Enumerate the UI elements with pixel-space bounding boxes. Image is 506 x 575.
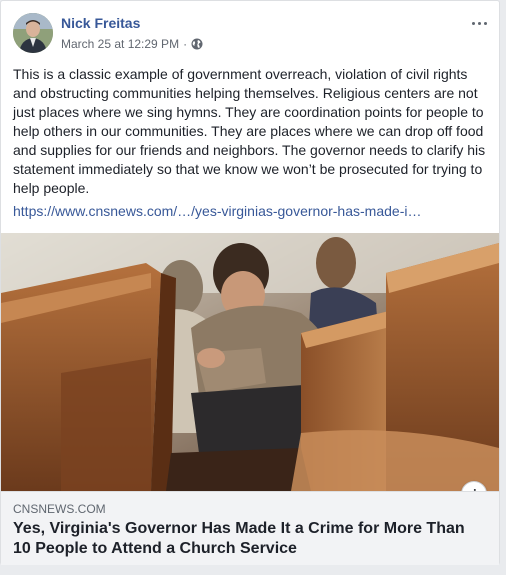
- link-preview-footer[interactable]: CNSNEWS.COM Yes, Virginia's Governor Has…: [1, 491, 499, 565]
- link-preview-image[interactable]: [1, 233, 499, 491]
- author-name[interactable]: Nick Freitas: [61, 15, 140, 31]
- link-preview-title[interactable]: Yes, Virginia's Governor Has Made It a C…: [13, 519, 483, 559]
- post-link[interactable]: https://www.cnsnews.com/…/yes-virginias-…: [13, 203, 487, 219]
- post-meta: March 25 at 12:29 PM ·: [61, 37, 203, 51]
- post-timestamp[interactable]: March 25 at 12:29 PM: [61, 37, 179, 51]
- globe-icon[interactable]: [191, 38, 203, 50]
- avatar[interactable]: [13, 13, 53, 53]
- meta-separator: ·: [183, 37, 188, 51]
- post-card: Nick Freitas March 25 at 12:29 PM · This…: [0, 0, 500, 565]
- post-header: Nick Freitas March 25 at 12:29 PM ·: [13, 13, 489, 57]
- post-text: This is a classic example of government …: [13, 66, 486, 196]
- link-preview-domain: CNSNEWS.COM: [13, 502, 106, 516]
- more-options-icon[interactable]: [469, 17, 489, 29]
